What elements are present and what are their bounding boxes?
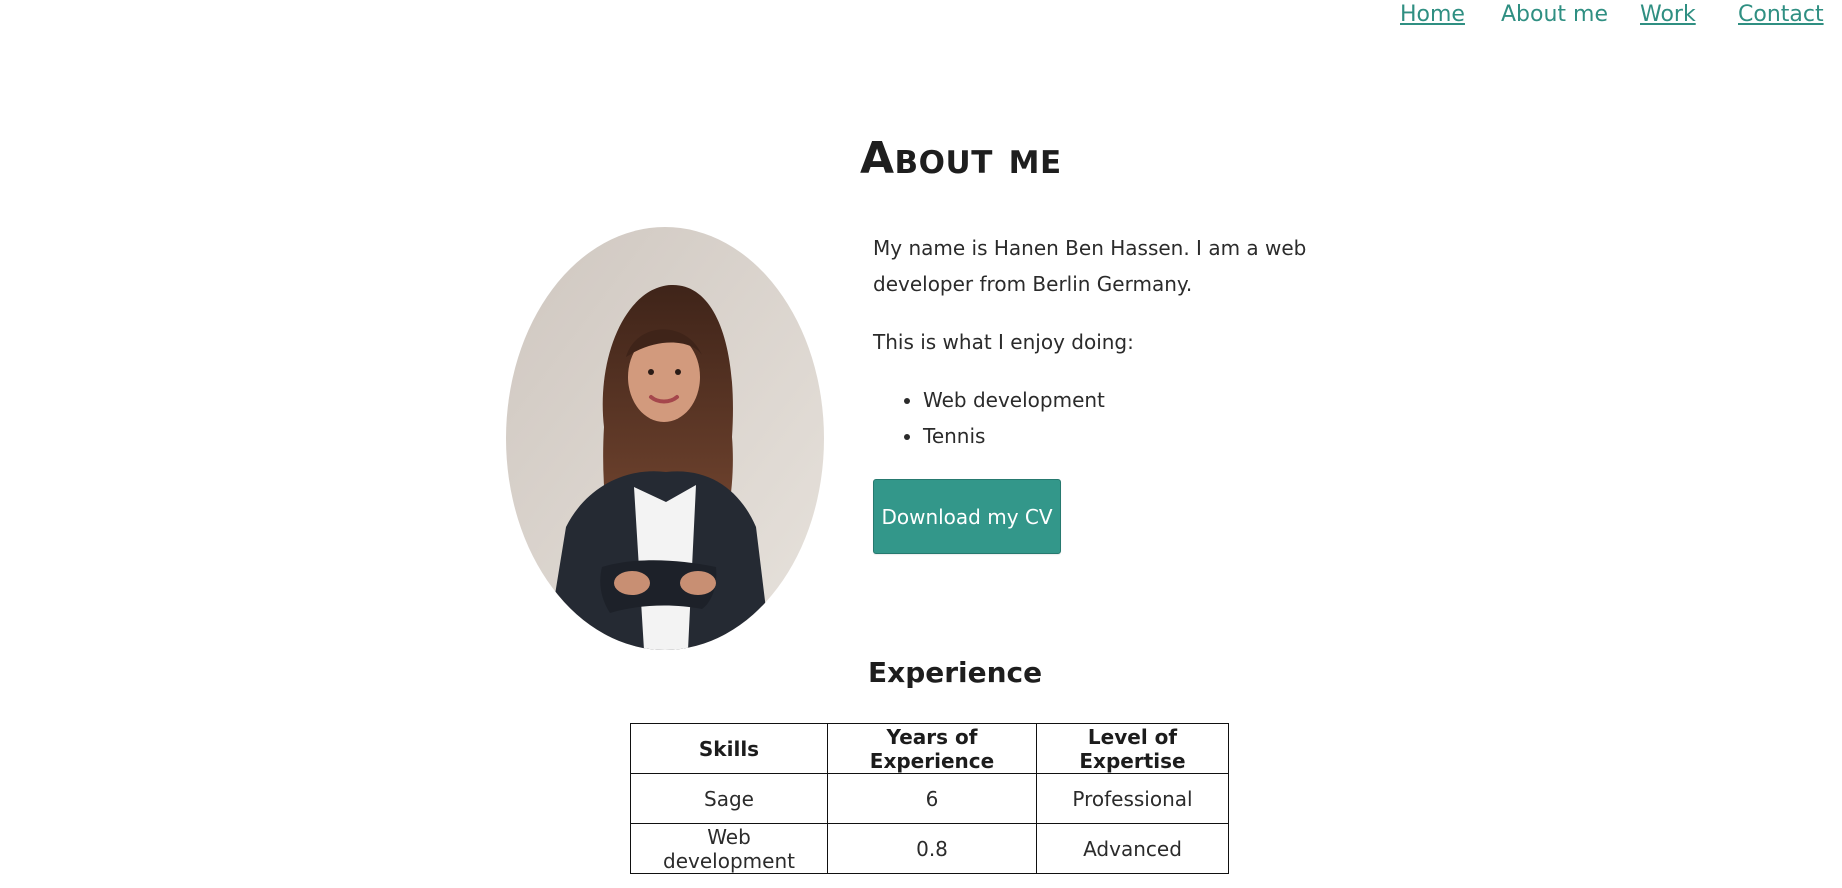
- level-cell: Professional: [1036, 773, 1229, 824]
- about-intro: My name is Hanen Ben Hassen. I am a web …: [873, 230, 1353, 476]
- hobbies-list: Web development Tennis: [873, 382, 1353, 454]
- page: Home About me Work Contact About me My n…: [0, 0, 1842, 888]
- experience-table: Skills Years of Experience Level of Expe…: [630, 723, 1229, 874]
- skill-cell: Web development: [630, 823, 828, 874]
- table-row: Web development 0.8 Advanced: [630, 823, 1229, 874]
- top-nav: Home About me Work Contact: [0, 0, 1842, 40]
- profile-photo: [506, 227, 824, 650]
- header-years: Years of Experience: [827, 723, 1037, 774]
- profile-photo-image: [506, 227, 824, 650]
- header-skills: Skills: [630, 723, 828, 774]
- experience-title: Experience: [868, 656, 1043, 689]
- enjoy-text: This is what I enjoy doing:: [873, 330, 1134, 354]
- header-level: Level of Expertise: [1036, 723, 1229, 774]
- nav-contact-link[interactable]: Contact: [1738, 2, 1824, 27]
- intro-text: My name is Hanen Ben Hassen. I am a web …: [873, 236, 1307, 296]
- page-title: About me: [860, 133, 1062, 184]
- years-cell: 6: [827, 773, 1037, 824]
- hobby-tennis: Tennis: [923, 418, 1353, 454]
- nav-work-link[interactable]: Work: [1640, 2, 1696, 27]
- nav-home-link[interactable]: Home: [1400, 2, 1465, 27]
- table-header-row: Skills Years of Experience Level of Expe…: [630, 723, 1229, 774]
- years-cell: 0.8: [827, 823, 1037, 874]
- skill-cell: Sage: [630, 773, 828, 824]
- level-cell: Advanced: [1036, 823, 1229, 874]
- nav-about-link[interactable]: About me: [1501, 2, 1608, 27]
- table-row: Sage 6 Professional: [630, 773, 1229, 824]
- hobby-web-development: Web development: [923, 382, 1353, 418]
- download-cv-button[interactable]: Download my CV: [873, 479, 1061, 554]
